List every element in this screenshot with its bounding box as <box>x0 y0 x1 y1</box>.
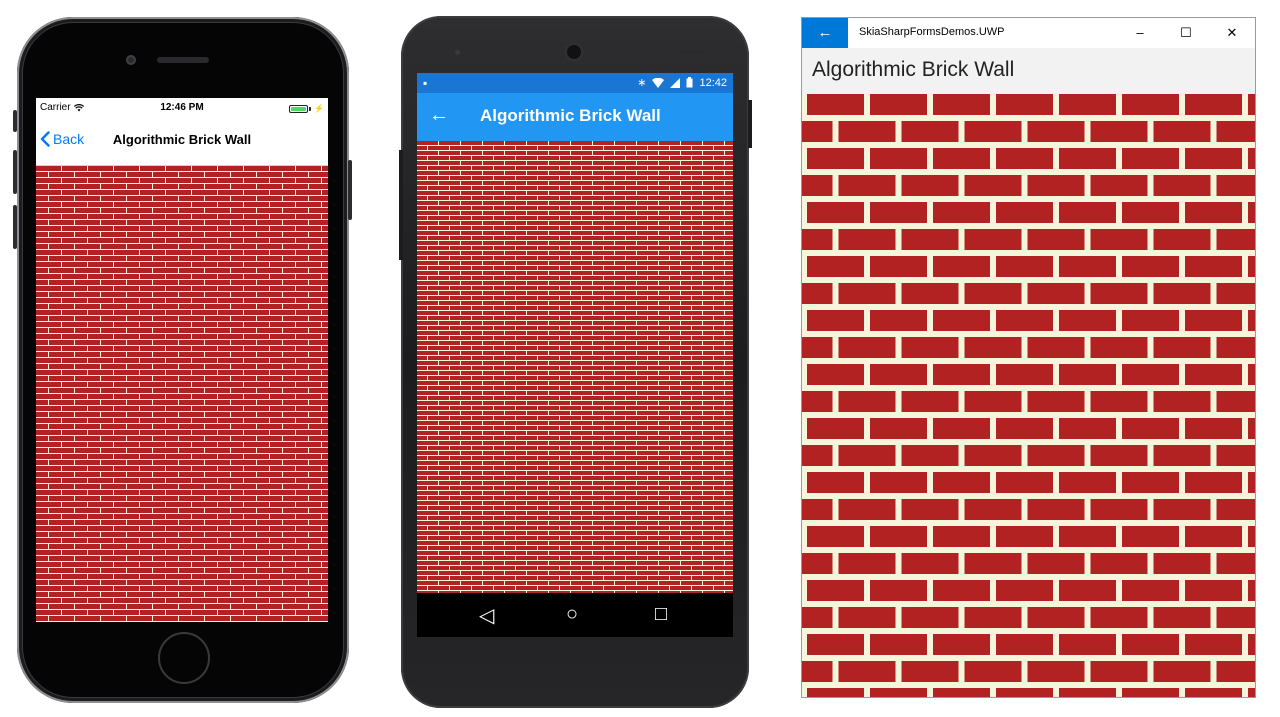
brick-wall-pattern <box>802 94 1255 697</box>
earpiece-speaker <box>157 57 209 63</box>
status-time: 12:42 <box>699 76 727 89</box>
android-toolbar: ← Algorithmic Brick Wall <box>417 93 733 141</box>
ios-screen: Carrier 12:46 PM ⚡ Back Algorithmic Bric… <box>36 98 328 622</box>
proximity-sensor <box>455 50 460 55</box>
brick-wall-canvas <box>417 141 733 593</box>
brick-wall-canvas <box>802 94 1255 697</box>
page-title: Algorithmic Brick Wall <box>812 58 1015 81</box>
bluetooth-icon: ∗ <box>637 77 647 89</box>
brick-wall-pattern <box>417 141 733 593</box>
front-camera-icon <box>126 55 136 65</box>
close-icon[interactable]: ✕ <box>1209 18 1255 48</box>
home-button[interactable] <box>158 632 210 684</box>
android-notification-icon: ▪ <box>423 76 428 90</box>
back-arrow-icon[interactable]: ← <box>429 104 449 127</box>
back-arrow-icon[interactable]: ← <box>802 18 848 48</box>
earpiece-speaker <box>681 50 703 54</box>
brick-wall-canvas <box>36 166 328 622</box>
power-button <box>748 100 752 148</box>
battery-icon: ⚡ <box>289 104 324 113</box>
volume-up-button <box>13 150 17 194</box>
signal-icon <box>670 77 681 88</box>
android-screen: ▪ ∗ 12:42 ← Algorithmic Brick Wall ◁ ○ □ <box>417 73 733 637</box>
power-button <box>348 160 352 220</box>
volume-rocker <box>399 150 403 260</box>
minimize-icon[interactable]: – <box>1117 18 1163 48</box>
brick-wall-pattern <box>36 166 328 622</box>
front-camera-icon <box>564 42 584 62</box>
volume-down-button <box>13 205 17 249</box>
maximize-icon[interactable]: ☐ <box>1163 18 1209 48</box>
status-time: 12:46 PM <box>160 102 204 113</box>
ios-navigation-bar: Back Algorithmic Brick Wall <box>36 118 328 166</box>
app-title: SkiaSharpFormsDemos.UWP <box>859 26 1005 38</box>
nav-home-icon[interactable]: ○ <box>566 603 578 626</box>
android-navigation-bar: ◁ ○ □ <box>417 593 733 637</box>
nav-recent-apps-icon[interactable]: □ <box>655 603 667 626</box>
ios-status-bar: Carrier 12:46 PM ⚡ <box>36 98 328 118</box>
iphone-device: Carrier 12:46 PM ⚡ Back Algorithmic Bric… <box>17 17 349 703</box>
page-title: Algorithmic Brick Wall <box>112 132 252 147</box>
uwp-window: ← SkiaSharpFormsDemos.UWP – ☐ ✕ Algorith… <box>801 17 1256 698</box>
wifi-icon <box>652 77 665 88</box>
status-icons: ∗ 12:42 <box>637 76 727 90</box>
page-header: Algorithmic Brick Wall <box>802 48 1255 94</box>
mute-switch <box>13 110 17 132</box>
android-status-bar: ▪ ∗ 12:42 <box>417 73 733 93</box>
nav-back-icon[interactable]: ◁ <box>479 603 494 628</box>
battery-icon <box>686 77 693 88</box>
page-title: Algorithmic Brick Wall <box>480 106 661 125</box>
android-device: ▪ ∗ 12:42 ← Algorithmic Brick Wall ◁ ○ □ <box>401 16 749 708</box>
window-title-bar: ← SkiaSharpFormsDemos.UWP – ☐ ✕ <box>802 18 1255 48</box>
